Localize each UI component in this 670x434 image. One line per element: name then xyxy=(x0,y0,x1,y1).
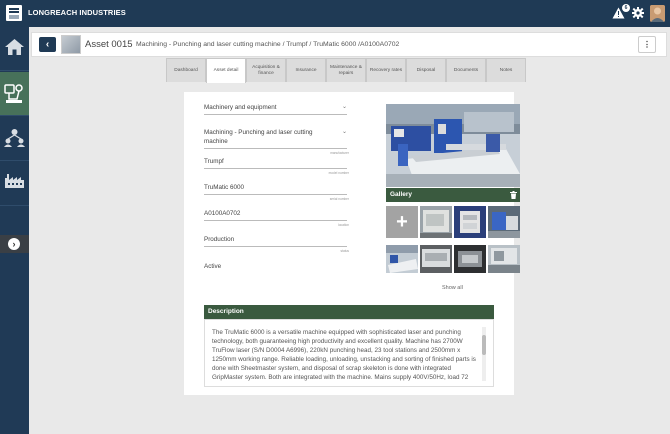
serial-number-value: A0100A0702 xyxy=(204,210,241,217)
scrollbar-thumb[interactable] xyxy=(482,335,486,355)
category-value: Machinery and equipment xyxy=(204,104,277,111)
settings-button[interactable] xyxy=(632,6,647,21)
sidebar-item-factory[interactable] xyxy=(0,162,29,206)
manufacturer-field[interactable]: Trumpf model number xyxy=(204,154,349,175)
type-value: Machining - Punching and laser cutting m… xyxy=(204,129,313,145)
plus-icon: + xyxy=(396,211,408,233)
status-value: Active xyxy=(204,263,222,270)
chevron-down-icon: ⌄ xyxy=(341,129,347,135)
tab-dashboard[interactable]: Dashboard xyxy=(166,58,206,82)
gallery-thumbnail[interactable] xyxy=(386,245,418,273)
sidebar-item-assets[interactable] xyxy=(0,72,29,116)
main-area: ‹ Asset 0015 Machining - Punching and la… xyxy=(29,27,670,434)
top-bar: LONGREACH INDUSTRIES 6 xyxy=(0,0,670,27)
more-menu-button[interactable]: ⋮ xyxy=(638,36,656,53)
sidebar-item-home[interactable] xyxy=(0,27,29,71)
category-select[interactable]: Machinery and equipment ⌄ xyxy=(204,100,347,115)
description-title: Description xyxy=(208,308,244,315)
back-button[interactable]: ‹ xyxy=(39,37,56,52)
sidebar-item-people[interactable] xyxy=(0,117,29,161)
gallery-header: Gallery xyxy=(386,188,520,202)
gallery-thumbnail[interactable] xyxy=(420,245,452,273)
tab-notes[interactable]: Notes xyxy=(486,58,526,82)
tab-maintenance-repairs[interactable]: Maintenance & repairs xyxy=(326,58,366,82)
show-all-link[interactable]: Show all xyxy=(442,285,463,291)
asset-detail-panel: Machinery and equipment ⌄ Machining - Pu… xyxy=(184,92,520,395)
user-avatar[interactable] xyxy=(650,5,665,22)
home-icon xyxy=(5,39,24,55)
sidebar: › xyxy=(0,27,29,434)
chevron-down-icon: ⌄ xyxy=(341,104,347,110)
location-field[interactable]: Production status xyxy=(204,232,349,253)
tab-acquisition-finance[interactable]: Acquisition & finance xyxy=(246,58,286,82)
chevron-left-icon: ‹ xyxy=(45,39,50,50)
location-label: location xyxy=(338,223,349,227)
notification-badge: 6 xyxy=(622,4,630,12)
trash-icon[interactable] xyxy=(510,191,517,199)
notifications-button[interactable]: 6 xyxy=(612,4,630,21)
model-number-value: TruMatic 6000 xyxy=(204,184,245,191)
serial-number-field[interactable]: A0100A0702 location xyxy=(204,206,349,227)
tab-recovery-rates[interactable]: Recovery rates xyxy=(366,58,406,82)
model-number-field[interactable]: TruMatic 6000 serial number xyxy=(204,180,349,201)
breadcrumb: Machining - Punching and laser cutting m… xyxy=(136,41,400,48)
description-textarea[interactable]: The TruMatic 6000 is a versatile machine… xyxy=(204,319,494,387)
tab-insurance[interactable]: Insurance xyxy=(286,58,326,82)
sidebar-expand-button[interactable]: › xyxy=(0,235,29,253)
tab-documents[interactable]: Documents xyxy=(446,58,486,82)
gear-icon xyxy=(632,7,644,19)
vertical-ellipsis-icon: ⋮ xyxy=(643,40,651,49)
factory-icon xyxy=(5,174,24,188)
tab-disposal[interactable]: Disposal xyxy=(406,58,446,82)
add-photo-button[interactable]: + xyxy=(386,206,418,238)
company-name: LONGREACH INDUSTRIES xyxy=(28,8,126,17)
manufacturer-value: Trumpf xyxy=(204,158,224,165)
type-select[interactable]: Machining - Punching and laser cutting m… xyxy=(204,126,349,155)
asset-header: ‹ Asset 0015 Machining - Punching and la… xyxy=(31,32,667,57)
model-number-label: model number xyxy=(328,171,349,175)
location-value: Production xyxy=(204,236,235,243)
gallery-thumbnail[interactable] xyxy=(454,245,486,273)
description-text: The TruMatic 6000 is a versatile machine… xyxy=(212,329,476,381)
status-label: status xyxy=(340,249,349,253)
asset-thumbnail xyxy=(61,35,81,54)
gallery-thumbnail[interactable] xyxy=(454,206,486,238)
gallery-thumbnail[interactable] xyxy=(488,206,520,238)
serial-number-label: serial number xyxy=(329,197,349,201)
company-logo xyxy=(6,5,22,21)
asset-title: Asset 0015 xyxy=(85,39,133,50)
people-hierarchy-icon xyxy=(4,129,25,147)
description-header: Description xyxy=(204,305,494,319)
gallery-thumbnail[interactable] xyxy=(420,206,452,238)
gallery-title: Gallery xyxy=(390,191,413,198)
gallery-thumbnail[interactable] xyxy=(488,245,520,273)
tab-bar: Dashboard Asset detail Acquisition & fin… xyxy=(166,58,526,83)
status-field[interactable]: Active xyxy=(204,258,347,273)
description-scrollbar[interactable] xyxy=(482,327,486,381)
asset-robot-icon xyxy=(4,84,23,103)
asset-main-photo[interactable] xyxy=(386,104,520,187)
tab-asset-detail[interactable]: Asset detail xyxy=(206,58,246,83)
arrow-right-circle-icon: › xyxy=(8,238,20,250)
